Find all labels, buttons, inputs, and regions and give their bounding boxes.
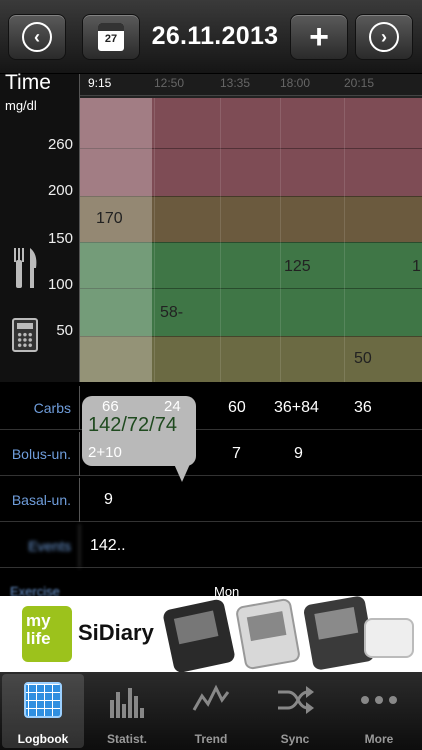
bolus-value[interactable]: 7 — [232, 432, 241, 476]
previous-day-button[interactable]: ‹ — [8, 14, 66, 60]
trend-line-icon — [192, 684, 230, 711]
glucose-reading[interactable]: 125 — [284, 258, 311, 276]
fork-knife-icon[interactable] — [10, 246, 40, 290]
glucose-reading[interactable]: 50 — [354, 350, 372, 368]
y-tick: 200 — [47, 182, 73, 199]
y-tick: 150 — [47, 230, 73, 247]
time-divider — [280, 98, 281, 382]
tab-statistics[interactable]: Statist. — [86, 674, 168, 748]
entry-tooltip[interactable]: 66 24 142/72/74 2+10 — [82, 396, 196, 482]
tooltip-carbs-2: 24 — [164, 398, 181, 415]
axis-title: Time — [5, 71, 51, 94]
glucose-meter-image — [234, 597, 302, 671]
table-row[interactable]: Bolus-un. 7 9 — [0, 432, 422, 476]
tab-trend[interactable]: Trend — [170, 674, 252, 748]
meter-accessory-image — [364, 618, 414, 658]
glucose-chart[interactable]: 9:15 12:50 13:35 18:00 20:15 170 125 58-… — [80, 74, 422, 382]
row-label-events: Events — [0, 524, 80, 568]
calculator-icon[interactable] — [12, 318, 38, 352]
carbs-value[interactable]: 36+84 — [274, 386, 319, 430]
time-divider — [154, 98, 155, 382]
y-tick: 50 — [56, 322, 73, 339]
next-day-button[interactable]: › — [355, 14, 413, 60]
time-label: 12:50 — [154, 76, 185, 90]
add-entry-button[interactable]: + — [290, 14, 348, 60]
glucose-reading[interactable]: 170 — [96, 210, 123, 228]
y-tick: 100 — [47, 276, 73, 293]
events-value[interactable]: 142.. — [90, 524, 126, 568]
calendar-icon: 27 — [98, 23, 124, 51]
y-tick: 260 — [47, 136, 73, 153]
logbook-rows: Carbs 60 36+84 36 Bolus-un. 7 9 Basal-un… — [0, 382, 422, 596]
tooltip-bolus: 2+10 — [88, 444, 122, 461]
top-toolbar: ‹ 27 26.11.2013 + › — [0, 0, 422, 74]
axis-unit: mg/dl — [5, 98, 37, 113]
time-label: 13:35 — [220, 76, 251, 90]
carbs-value[interactable]: 36 — [354, 386, 372, 430]
time-label: 9:15 — [88, 76, 112, 90]
plus-icon: + — [309, 18, 329, 56]
tab-more[interactable]: More — [338, 674, 420, 748]
sync-shuffle-icon — [278, 686, 314, 714]
row-label-bolus: Bolus-un. — [0, 432, 80, 476]
mylife-logo: my life — [22, 606, 72, 662]
glucose-meter-image — [162, 598, 236, 674]
tab-logbook[interactable]: Logbook — [2, 674, 84, 748]
time-divider — [344, 98, 345, 382]
logbook-grid-icon — [24, 682, 62, 718]
more-dots-icon — [360, 682, 398, 718]
time-divider — [220, 98, 221, 382]
date-title: 26.11.2013 — [151, 22, 279, 50]
tooltip-glucose: 142/72/74 — [88, 414, 177, 436]
time-label: 18:00 — [280, 76, 311, 90]
calendar-button[interactable]: 27 — [82, 14, 140, 60]
bolus-value[interactable]: 9 — [294, 432, 303, 476]
ad-title: SiDiary — [78, 620, 154, 645]
carbs-value[interactable]: 60 — [228, 386, 246, 430]
selected-time-highlight — [80, 98, 152, 382]
y-axis-panel: Time mg/dl 260 200 150 100 50 — [0, 71, 80, 382]
tooltip-carbs: 66 — [102, 398, 119, 415]
statistics-bars-icon — [108, 682, 146, 718]
ad-banner[interactable]: my life SiDiary — [0, 595, 422, 674]
table-row[interactable]: Events 142.. — [0, 524, 422, 568]
tab-sync[interactable]: Sync — [254, 674, 336, 748]
glucose-reading[interactable]: 58- — [160, 304, 183, 322]
table-row[interactable]: Carbs 60 36+84 36 — [0, 386, 422, 430]
row-label-carbs: Carbs — [0, 386, 80, 430]
basal-value[interactable]: 9 — [104, 478, 113, 522]
glucose-reading[interactable]: 1 — [412, 258, 421, 276]
time-label: 20:15 — [344, 76, 375, 90]
time-axis: 9:15 12:50 13:35 18:00 20:15 — [80, 74, 422, 96]
table-row[interactable]: Basal-un. 9 — [0, 478, 422, 522]
tab-bar: Logbook Statist. Trend Sync More — [0, 672, 422, 750]
chevron-left-icon: ‹ — [22, 22, 52, 52]
row-label-basal: Basal-un. — [0, 478, 80, 522]
chevron-right-icon: › — [369, 22, 399, 52]
